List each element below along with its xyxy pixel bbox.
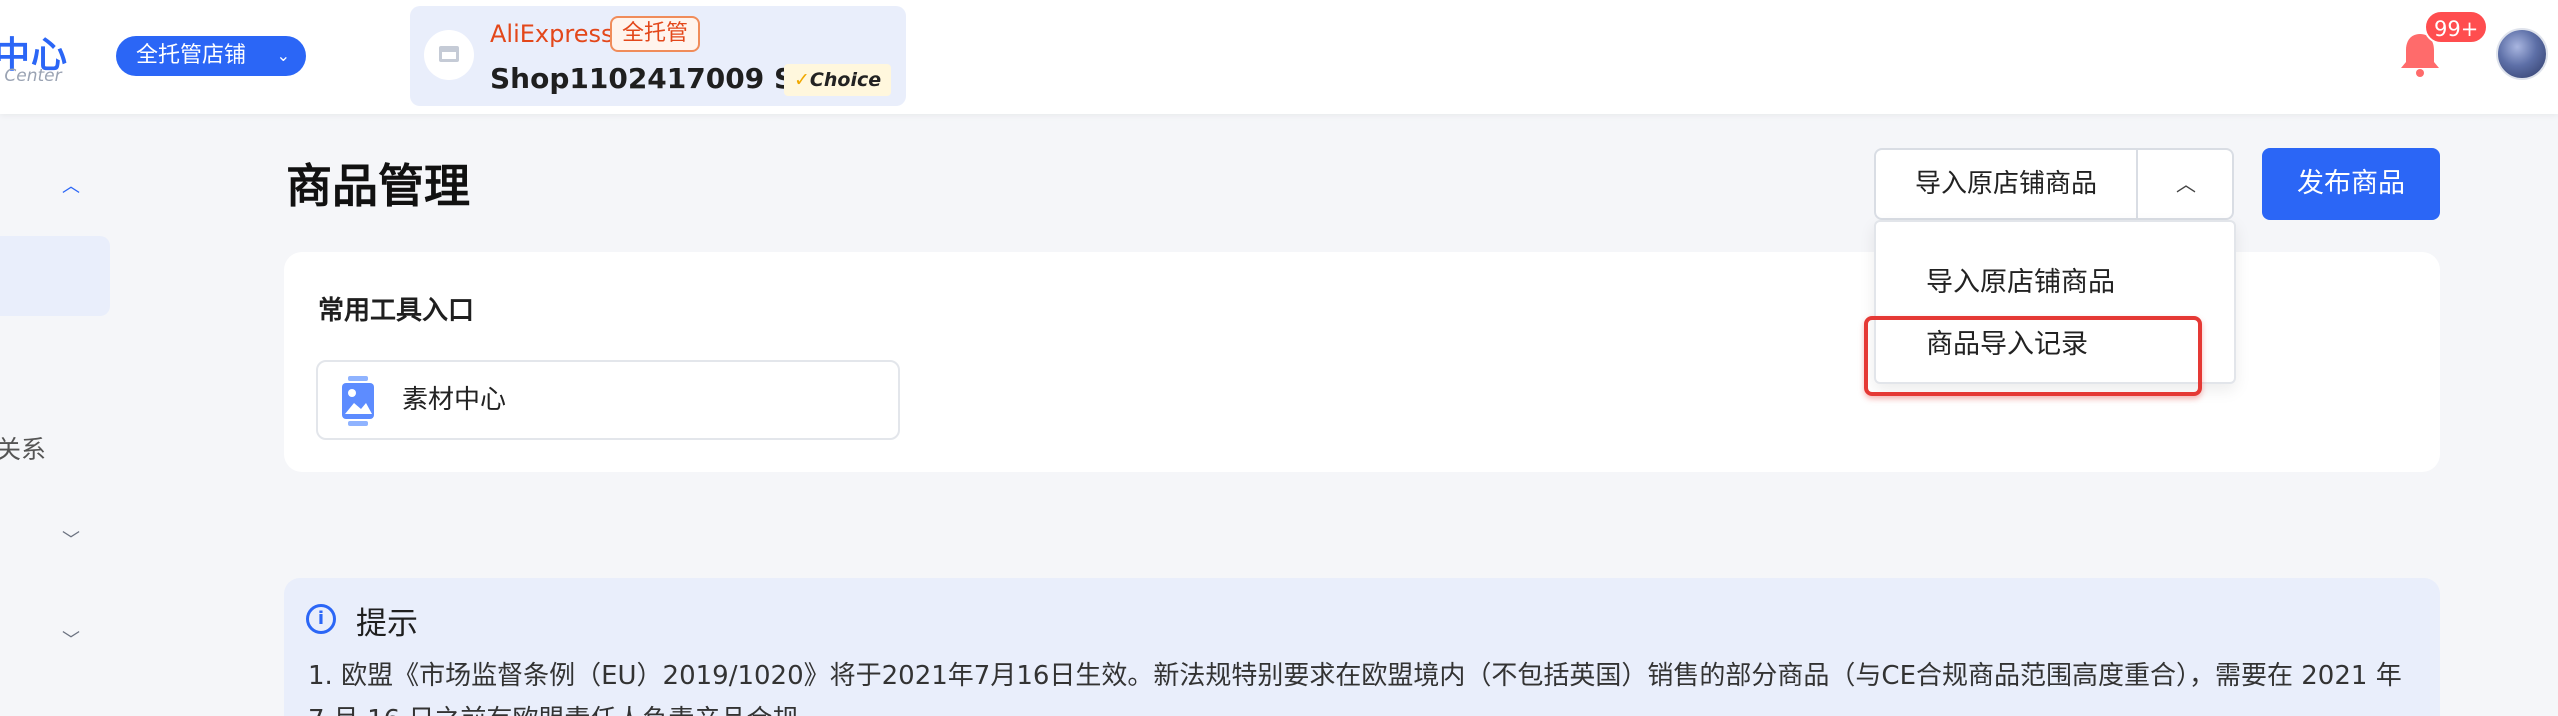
sidebar-active-item[interactable]	[0, 236, 110, 316]
store-type-switch[interactable]: 全托管店铺 ⌄	[116, 36, 306, 76]
publish-product-button[interactable]: 发布商品	[2262, 148, 2440, 220]
menu-item-import-original[interactable]: 导入原店铺商品	[1926, 260, 2115, 299]
image-icon	[342, 376, 374, 426]
shop-card[interactable]: AliExpress 全托管 Shop1102417009 S... ✓Choi…	[410, 6, 906, 106]
check-icon: ✓	[794, 69, 810, 91]
chevron-up-icon[interactable]: ︿	[62, 172, 80, 198]
brand-subtitle: r Center	[0, 66, 62, 86]
user-avatar[interactable]	[2496, 28, 2548, 80]
chevron-down-icon[interactable]: ﹀	[62, 626, 80, 652]
choice-badge: ✓Choice	[784, 64, 892, 96]
tool-material-center[interactable]: 素材中心	[316, 360, 900, 440]
shop-avatar	[424, 30, 474, 80]
store-type-label: 全托管店铺	[136, 43, 247, 68]
notification-badge: 99+	[2424, 10, 2489, 44]
top-header: 中心 r Center 全托管店铺 ⌄ AliExpress 全托管 Shop1…	[0, 0, 2558, 114]
shop-name: Shop1102417009 S...	[490, 62, 827, 95]
import-split-button: 导入原店铺商品 ︿	[1874, 148, 2234, 220]
info-icon: i	[306, 604, 336, 634]
chevron-down-icon: ⌄	[276, 46, 290, 65]
notice-title: 提示	[356, 606, 418, 642]
chevron-up-icon: ︿	[2176, 172, 2196, 196]
mode-tag: 全托管	[610, 16, 701, 52]
tool-label: 素材中心	[402, 385, 507, 415]
tools-title: 常用工具入口	[318, 296, 475, 326]
choice-label: Choice	[809, 69, 882, 91]
notice-body: 1. 欧盟《市场监督条例（EU）2019/1020》将于2021年7月16日生效…	[308, 661, 2402, 716]
chevron-down-icon[interactable]: ﹀	[62, 526, 80, 552]
notice-panel: i 提示 1. 欧盟《市场监督条例（EU）2019/1020》将于2021年7月…	[284, 578, 2440, 716]
import-original-products-button[interactable]: 导入原店铺商品	[1876, 150, 2138, 218]
store-icon	[439, 46, 459, 62]
highlight-box	[1864, 316, 2202, 396]
import-menu-toggle[interactable]: ︿	[2138, 150, 2234, 218]
sidebar-item-label[interactable]: 关系	[0, 430, 46, 466]
platform-name: AliExpress	[490, 20, 614, 48]
page-title: 商品管理	[286, 159, 470, 213]
